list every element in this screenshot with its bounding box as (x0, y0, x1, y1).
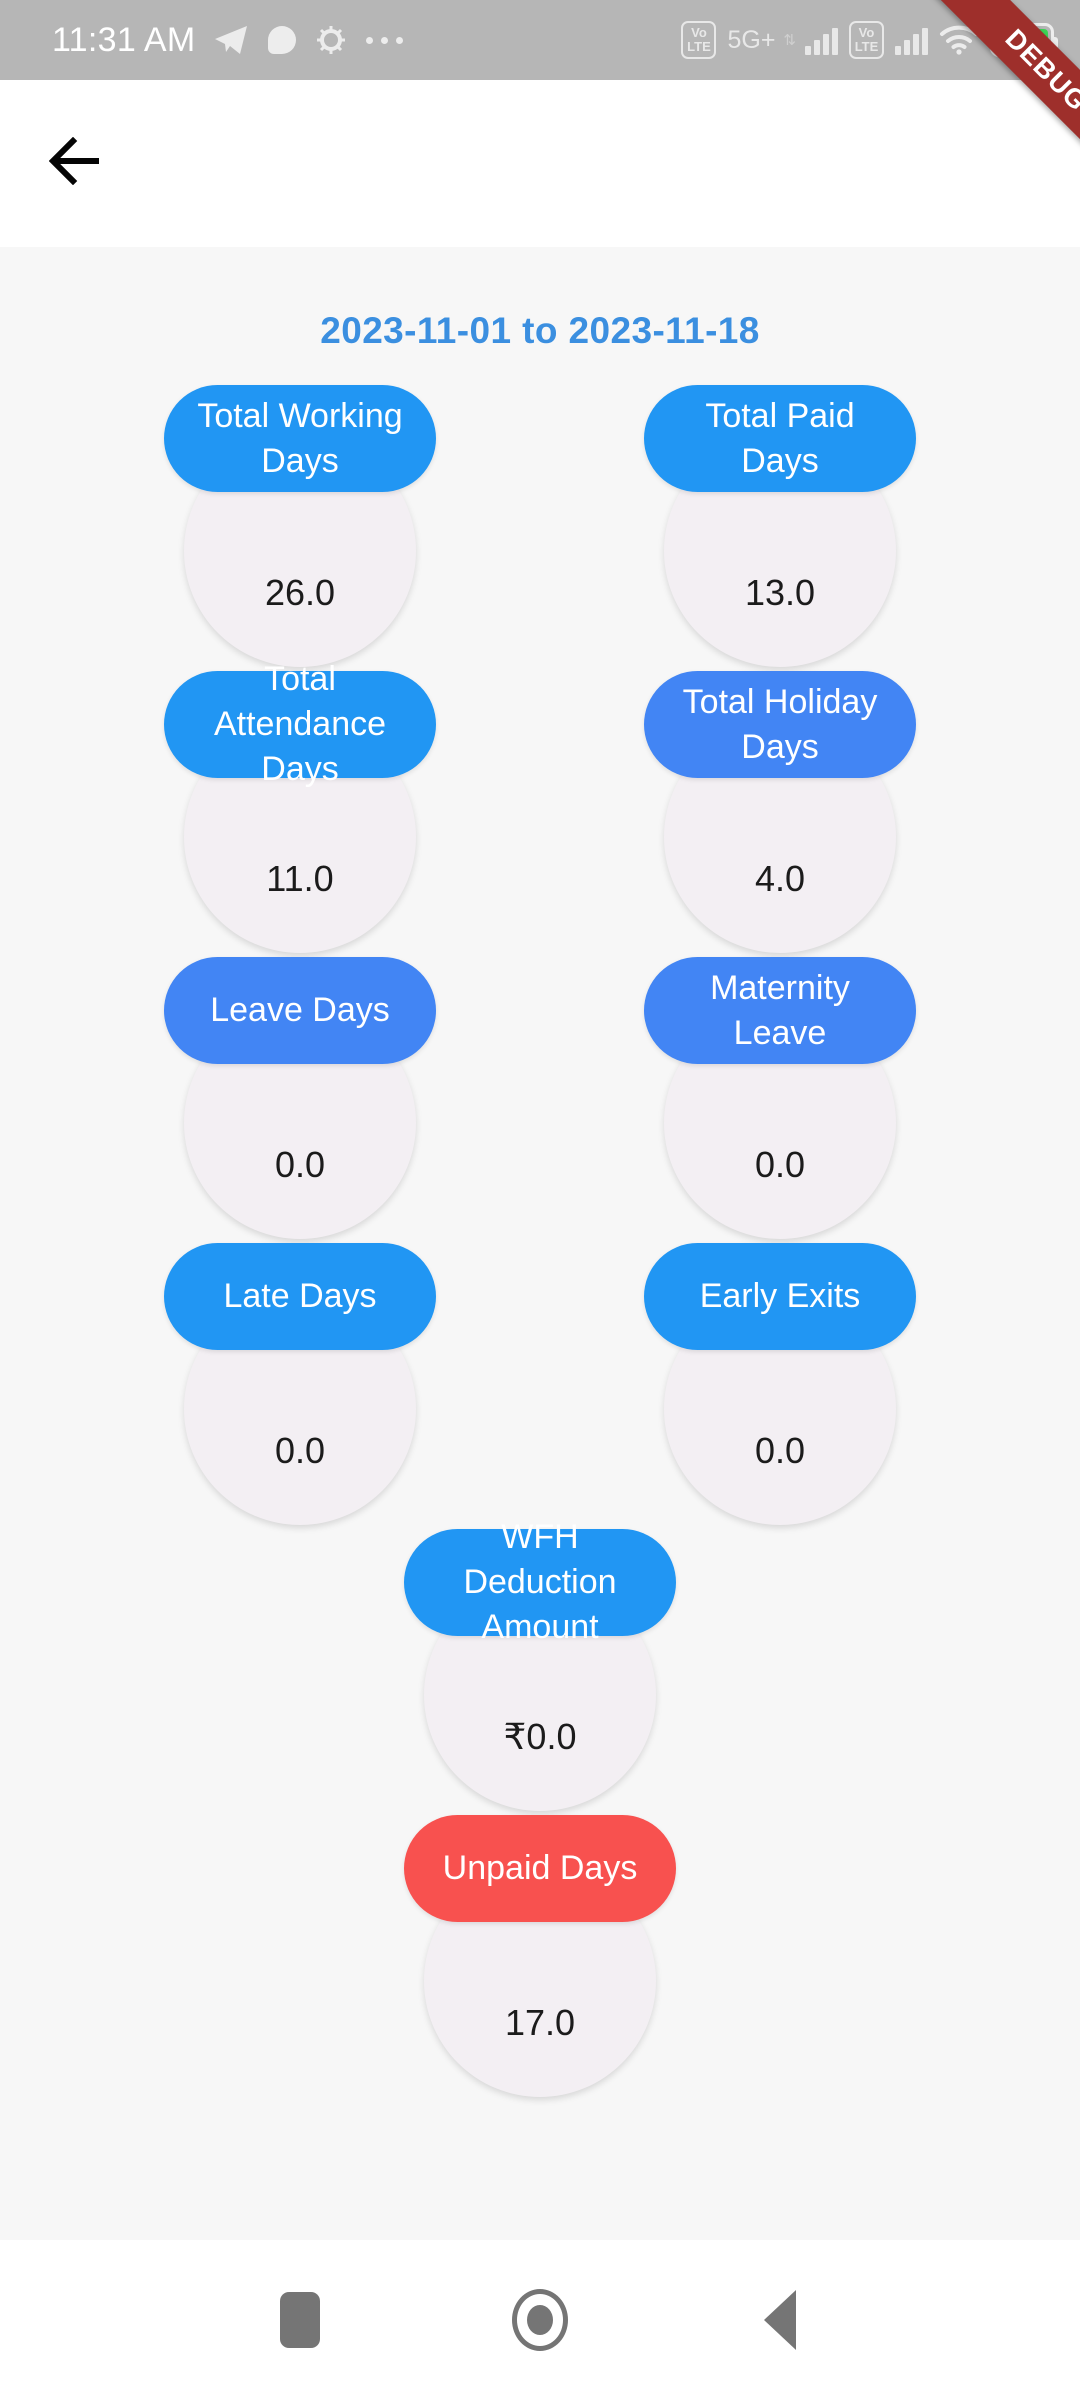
stat-card: 4.0 Total Holiday Days (550, 671, 1010, 957)
status-bar-clock: 11:31 AM (52, 20, 196, 59)
stat-card-label-pill[interactable]: Late Days (164, 1243, 436, 1350)
stat-card-label-line1: Total Attendance (213, 660, 387, 743)
recents-button[interactable] (245, 2265, 355, 2375)
stat-card-value: ₹0.0 (503, 1716, 577, 1757)
stat-card: 26.0 Total Working Days (70, 385, 530, 671)
stat-card-label-pill[interactable]: Unpaid Days (404, 1815, 676, 1922)
gear-icon (316, 25, 346, 55)
volte-sim2-icon: Vo LTE (849, 21, 884, 59)
stat-card-label-line2: Days (261, 441, 339, 480)
stats-row: 0.0 Leave Days 0.0 Maternity Leave (0, 957, 1080, 1243)
stat-card-value: 0.0 (754, 1144, 806, 1185)
stats-row: ₹0.0 WFH Deduction Amount (0, 1518, 1080, 1815)
stat-card: ₹0.0 WFH Deduction Amount (310, 1518, 770, 1815)
stat-card-label-line1: Maternity (710, 968, 850, 1007)
stat-card-label-line1: Total Working (197, 396, 403, 435)
stat-card-value: 17.0 (504, 2002, 576, 2043)
stat-card: 0.0 Maternity Leave (550, 957, 1010, 1243)
volte-sim1-top: Vo (691, 25, 707, 40)
main-content: 2023-11-01 to 2023-11-18 26.0 Total Worki… (0, 247, 1080, 2240)
stat-card-label-line1: Late Days (223, 1277, 377, 1315)
stats-row: 11.0 Total Attendance Days 4.0 Total Holiday… (0, 660, 1080, 957)
stat-card-label-pill[interactable]: WFH Deduction Amount (404, 1518, 676, 1646)
stat-card-value: 4.0 (754, 858, 806, 899)
stat-card-label-line1: Leave Days (210, 991, 390, 1029)
stat-card: 0.0 Late Days (70, 1243, 530, 1529)
app-bar (0, 80, 1080, 247)
stat-card-label-line2: Days (261, 750, 339, 788)
stats-row: 17.0 Unpaid Days (0, 1815, 1080, 2101)
status-bar: 11:31 AM Vo LTE 5G+ ⇅ Vo LTE 60 (0, 0, 1080, 80)
status-bar-notification-icons (214, 25, 403, 55)
stat-card-value: 11.0 (266, 858, 334, 899)
stat-card-label-line2: Leave (733, 1013, 827, 1052)
back-triangle-icon (764, 2290, 796, 2350)
chat-icon (267, 26, 296, 54)
data-transfer-icon: ⇅ (783, 32, 796, 49)
stats-row: 0.0 Late Days 0.0 Early Exits (0, 1243, 1080, 1529)
telegram-icon (214, 25, 248, 55)
volte-sim1-bottom: LTE (687, 39, 711, 54)
signal-bars-sim2-icon (895, 25, 928, 55)
status-bar-system-icons: Vo LTE 5G+ ⇅ Vo LTE 60 (681, 21, 1058, 59)
volte-sim2-top: Vo (858, 25, 875, 40)
more-dots-icon (365, 36, 403, 44)
battery-icon: 60 (990, 23, 1058, 57)
stat-card-label-pill[interactable]: Early Exits (644, 1243, 916, 1350)
stat-card-label-pill[interactable]: Total Attendance Days (164, 660, 436, 788)
stat-card-label-line1: Total Holiday (682, 682, 878, 721)
stats-grid: 26.0 Total Working Days 13.0 Total Paid Days 1… (0, 385, 1080, 2101)
stat-card-label-pill[interactable]: Total Working Days (164, 385, 436, 492)
battery-level-label: 60 (996, 27, 1048, 52)
stat-card-label-line2: Days (741, 441, 819, 480)
stat-card-label-line2: Days (741, 727, 819, 766)
stat-card-label-line1: Unpaid Days (442, 1849, 638, 1887)
stat-card-label-pill[interactable]: Leave Days (164, 957, 436, 1064)
home-button[interactable] (485, 2265, 595, 2375)
back-button[interactable] (22, 109, 132, 219)
signal-bars-sim1-icon (805, 25, 838, 55)
stat-card-label-line2: Amount (481, 1608, 599, 1646)
stat-card-label-line1: Total Paid (705, 396, 855, 435)
stat-card: 17.0 Unpaid Days (310, 1815, 770, 2101)
stat-card-value: 0.0 (274, 1430, 326, 1471)
stat-card-label-line1: WFH Deduction (463, 1518, 617, 1601)
volte-sim2-bottom: LTE (854, 39, 879, 54)
stat-card-value: 26.0 (264, 572, 336, 613)
system-navigation-bar (0, 2240, 1080, 2400)
stat-card-label-line1: Early Exits (699, 1277, 861, 1315)
stat-card: 11.0 Total Attendance Days (70, 660, 530, 957)
stats-row: 26.0 Total Working Days 13.0 Total Paid Days (0, 385, 1080, 671)
stat-card-value: 13.0 (744, 572, 816, 613)
stat-card: 0.0 Early Exits (550, 1243, 1010, 1529)
stat-card-label-pill[interactable]: Total Holiday Days (644, 671, 916, 778)
wifi-icon (939, 25, 979, 55)
stat-card: 0.0 Leave Days (70, 957, 530, 1243)
network-type-label: 5G+ (727, 25, 776, 54)
recents-square-icon (280, 2292, 320, 2348)
back-nav-button[interactable] (725, 2265, 835, 2375)
arrow-back-icon (48, 136, 105, 190)
volte-sim1-icon: Vo LTE (681, 21, 717, 59)
stat-card-label-pill[interactable]: Maternity Leave (644, 957, 916, 1064)
stat-card-label-pill[interactable]: Total Paid Days (644, 385, 916, 492)
date-range-title: 2023-11-01 to 2023-11-18 (320, 310, 760, 351)
home-circle-icon (512, 2289, 568, 2351)
stat-card-value: 0.0 (274, 1144, 326, 1185)
stat-card: 13.0 Total Paid Days (550, 385, 1010, 671)
stat-card-value: 0.0 (754, 1430, 806, 1471)
